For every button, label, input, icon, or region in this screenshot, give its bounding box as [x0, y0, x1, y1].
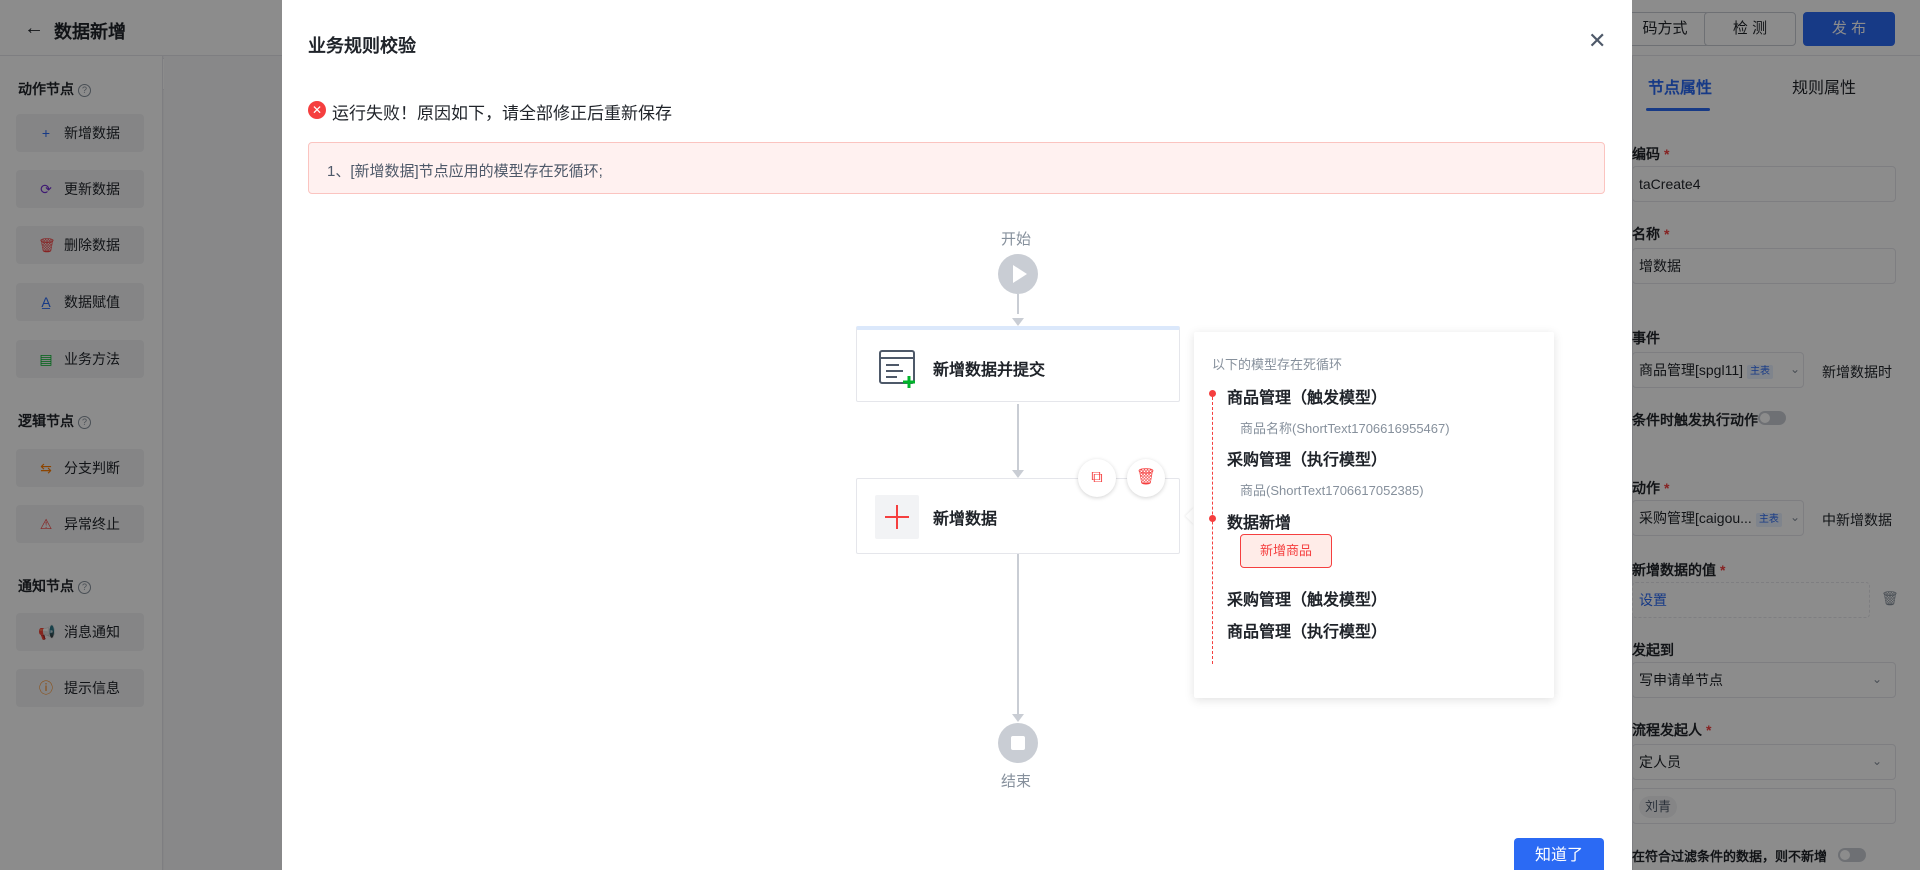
node-title: 新增数据 [933, 511, 998, 528]
start-node[interactable] [998, 254, 1038, 294]
dialog-title: 业务规则校验 [308, 36, 416, 56]
connector-arrow [1012, 318, 1024, 326]
loop-item: 采购管理（执行模型） [1227, 452, 1388, 469]
connector-line [1017, 554, 1019, 716]
loop-item: 商品管理（执行模型） [1227, 624, 1388, 641]
rule-check-dialog: 业务规则校验 ✕ ✕ 运行失败！原因如下，请全部修正后重新保存 1、[新增数据]… [282, 0, 1632, 870]
loop-action-tag: 新增商品 [1240, 534, 1332, 568]
dead-loop-card: 以下的模型存在死循环 商品管理（触发模型） 商品名称(ShortText1706… [1194, 332, 1554, 698]
end-node[interactable] [998, 723, 1038, 763]
start-label: 开始 [1001, 231, 1032, 248]
error-circle-icon: ✕ [308, 101, 326, 119]
end-label: 结束 [1001, 773, 1032, 790]
stop-icon [1011, 736, 1025, 750]
loop-dot [1209, 515, 1216, 522]
connector-line [1017, 294, 1019, 314]
got-it-button[interactable]: 知道了 [1514, 838, 1604, 870]
connector-arrow [1012, 470, 1024, 478]
node-title: 新增数据并提交 [933, 362, 1046, 379]
node-icon-box [875, 495, 919, 539]
loop-item: 采购管理（触发模型） [1227, 592, 1388, 609]
close-icon[interactable]: ✕ [1588, 30, 1606, 52]
copy-node-button[interactable]: ⧉ [1078, 459, 1116, 497]
loop-dot [1209, 390, 1216, 397]
node-add-and-submit[interactable]: 新增数据并提交 [856, 326, 1180, 402]
plus-icon [885, 505, 909, 529]
play-icon [1013, 265, 1027, 283]
error-detail: 1、[新增数据]节点应用的模型存在死循环; [327, 163, 603, 180]
error-detail-box: 1、[新增数据]节点应用的模型存在死循环; [308, 142, 1605, 194]
copy-icon: ⧉ [1091, 469, 1103, 486]
loop-path-line [1212, 392, 1213, 664]
loop-item: 数据新增 [1227, 515, 1292, 532]
loop-item: 商品管理（触发模型） [1227, 390, 1388, 407]
form-add-icon [879, 350, 915, 388]
error-message: 运行失败！原因如下，请全部修正后重新保存 [332, 104, 672, 123]
delete-node-button[interactable]: 🗑 [1127, 459, 1165, 497]
connector-arrow [1012, 714, 1024, 722]
connector-line [1017, 404, 1019, 470]
loop-item-field: 商品(ShortText1706617052385) [1240, 483, 1424, 498]
loop-item-field: 商品名称(ShortText1706616955467) [1240, 421, 1450, 436]
trash-icon: 🗑 [1135, 469, 1157, 486]
loop-card-header: 以下的模型存在死循环 [1212, 357, 1343, 372]
